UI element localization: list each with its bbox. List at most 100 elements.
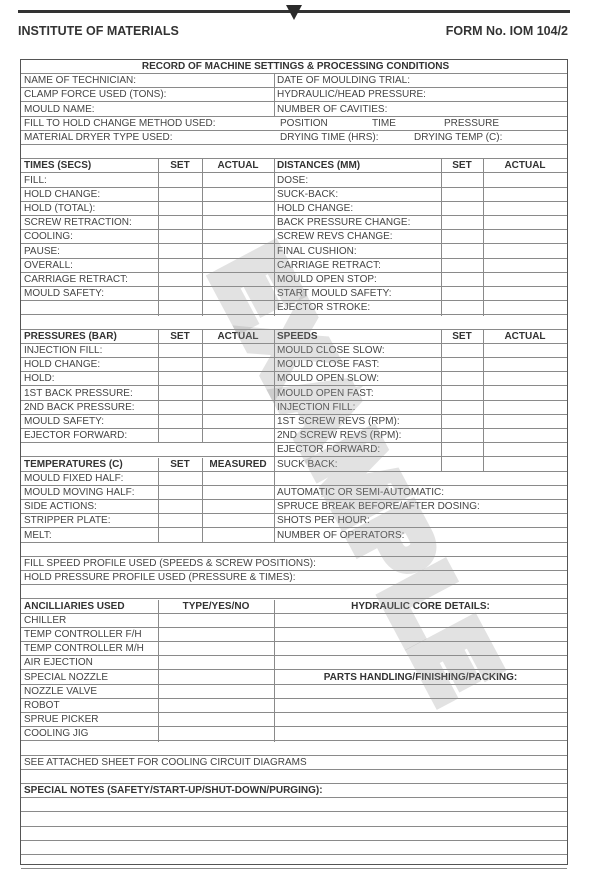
dryer-type-field[interactable]: MATERIAL DRYER TYPE USED:	[21, 131, 274, 144]
distances-set-input[interactable]	[441, 202, 483, 215]
times-set-input[interactable]	[158, 245, 202, 258]
ancillary-type-input[interactable]	[158, 656, 274, 669]
temperatures-set-input[interactable]	[158, 472, 202, 485]
temperatures-measured-input[interactable]	[202, 514, 274, 527]
speeds-actual-input[interactable]	[483, 429, 567, 442]
distances-actual-input[interactable]	[483, 301, 567, 314]
notes-line-input[interactable]	[274, 713, 567, 726]
option-position[interactable]: POSITION	[277, 117, 357, 130]
general-field-right[interactable]: NUMBER OF CAVITIES:	[274, 103, 567, 116]
drying-time-field[interactable]: DRYING TIME (HRS):	[277, 131, 407, 144]
distances-actual-input[interactable]	[483, 174, 567, 187]
special-notes-input[interactable]	[21, 827, 567, 840]
pressures-actual-input[interactable]	[202, 358, 274, 371]
machine-row-field[interactable]: AUTOMATIC OR SEMI-AUTOMATIC:	[274, 486, 567, 499]
speeds-set-input[interactable]	[441, 372, 483, 385]
temperatures-measured-input[interactable]	[202, 472, 274, 485]
special-notes-input[interactable]	[21, 813, 567, 826]
hold-pressure-profile-field[interactable]: HOLD PRESSURE PROFILE USED (PRESSURE & T…	[21, 571, 567, 584]
speeds-set-input[interactable]	[441, 358, 483, 371]
times-set-input[interactable]	[158, 174, 202, 187]
distances-set-input[interactable]	[441, 273, 483, 286]
speeds-actual-input[interactable]	[483, 372, 567, 385]
temperatures-set-input[interactable]	[158, 486, 202, 499]
notes-line-input[interactable]	[274, 656, 567, 669]
general-field-right[interactable]: DATE OF MOULDING TRIAL:	[274, 74, 567, 87]
option-time[interactable]: TIME	[369, 117, 429, 130]
temperatures-set-input[interactable]	[158, 500, 202, 513]
fill-speed-profile-field[interactable]: FILL SPEED PROFILE USED (SPEEDS & SCREW …	[21, 557, 567, 570]
machine-row-field[interactable]: SHOTS PER HOUR:	[274, 514, 567, 527]
distances-set-input[interactable]	[441, 287, 483, 300]
general-field-left[interactable]: MOULD NAME:	[21, 103, 274, 116]
temperatures-measured-input[interactable]	[202, 486, 274, 499]
speeds-set-input[interactable]	[441, 415, 483, 428]
ancillary-type-input[interactable]	[158, 671, 274, 684]
temperatures-set-input[interactable]	[158, 529, 202, 542]
distances-actual-input[interactable]	[483, 202, 567, 215]
distances-set-input[interactable]	[441, 230, 483, 243]
temperatures-measured-input[interactable]	[202, 500, 274, 513]
distances-set-input[interactable]	[441, 216, 483, 229]
distances-actual-input[interactable]	[483, 273, 567, 286]
general-field-left[interactable]: NAME OF TECHNICIAN:	[21, 74, 274, 87]
distances-actual-input[interactable]	[483, 216, 567, 229]
notes-line-input[interactable]	[274, 699, 567, 712]
fill-to-hold-label[interactable]: FILL TO HOLD CHANGE METHOD USED:	[21, 117, 274, 130]
speeds-actual-input[interactable]	[483, 401, 567, 414]
pressures-actual-input[interactable]	[202, 344, 274, 357]
speeds-set-input[interactable]	[441, 429, 483, 442]
notes-line-input[interactable]	[274, 628, 567, 641]
notes-line-input[interactable]	[274, 642, 567, 655]
pressures-set-input[interactable]	[158, 344, 202, 357]
pressures-actual-input[interactable]	[202, 429, 274, 442]
distances-actual-input[interactable]	[483, 287, 567, 300]
speeds-actual-input[interactable]	[483, 415, 567, 428]
distances-set-input[interactable]	[441, 245, 483, 258]
general-field-right[interactable]: HYDRAULIC/HEAD PRESSURE:	[274, 88, 567, 101]
speeds-set-input[interactable]	[441, 443, 483, 456]
times-set-input[interactable]	[158, 301, 202, 314]
times-set-input[interactable]	[158, 216, 202, 229]
ancillary-type-input[interactable]	[158, 614, 274, 627]
speeds-actual-input[interactable]	[483, 387, 567, 400]
pressures-actual-input[interactable]	[202, 387, 274, 400]
distances-actual-input[interactable]	[483, 259, 567, 272]
machine-row-field[interactable]: SPRUCE BREAK BEFORE/AFTER DOSING:	[274, 500, 567, 513]
speeds-actual-input[interactable]	[483, 458, 567, 471]
pressures-set-input[interactable]	[158, 415, 202, 428]
times-set-input[interactable]	[158, 273, 202, 286]
notes-line-input[interactable]	[274, 614, 567, 627]
times-actual-input[interactable]	[202, 230, 274, 243]
option-pressure[interactable]: PRESSURE	[441, 117, 521, 130]
speeds-actual-input[interactable]	[483, 443, 567, 456]
ancillary-type-input[interactable]	[158, 713, 274, 726]
pressures-set-input[interactable]	[158, 358, 202, 371]
special-notes-input[interactable]	[21, 841, 567, 854]
machine-row-field[interactable]: NUMBER OF OPERATORS:	[274, 529, 567, 542]
speeds-set-input[interactable]	[441, 458, 483, 471]
times-actual-input[interactable]	[202, 188, 274, 201]
pressures-actual-input[interactable]	[202, 401, 274, 414]
ancillary-type-input[interactable]	[158, 699, 274, 712]
speeds-set-input[interactable]	[441, 401, 483, 414]
distances-set-input[interactable]	[441, 188, 483, 201]
pressures-set-input[interactable]	[158, 429, 202, 442]
times-set-input[interactable]	[158, 230, 202, 243]
distances-actual-input[interactable]	[483, 188, 567, 201]
temperatures-set-input[interactable]	[158, 514, 202, 527]
times-set-input[interactable]	[158, 202, 202, 215]
pressures-set-input[interactable]	[158, 387, 202, 400]
times-actual-input[interactable]	[202, 273, 274, 286]
times-set-input[interactable]	[158, 188, 202, 201]
pressures-actual-input[interactable]	[202, 415, 274, 428]
pressures-set-input[interactable]	[158, 372, 202, 385]
pressures-actual-input[interactable]	[202, 372, 274, 385]
ancillary-type-input[interactable]	[158, 685, 274, 698]
distances-actual-input[interactable]	[483, 230, 567, 243]
times-actual-input[interactable]	[202, 287, 274, 300]
times-actual-input[interactable]	[202, 174, 274, 187]
speeds-actual-input[interactable]	[483, 358, 567, 371]
distances-set-input[interactable]	[441, 259, 483, 272]
machine-row-field[interactable]	[274, 472, 567, 485]
